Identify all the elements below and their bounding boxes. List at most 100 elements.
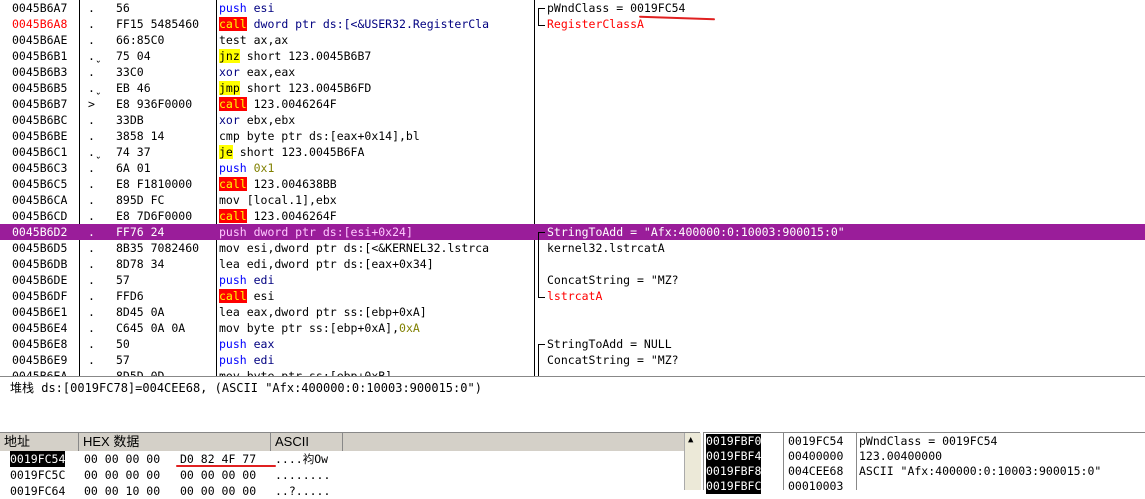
dump-row[interactable]: 0019FC5C 00 00 00 00 00 00 00 00........ — [0, 467, 684, 483]
disasm-row[interactable]: 0045B6BC. 33DB xor ebx,ebx — [0, 112, 1145, 128]
instruction-token: eax,eax — [239, 65, 296, 79]
bytes-cell: 8D78 34 — [116, 257, 165, 271]
instruction-cell: call 123.004638BB — [219, 176, 534, 192]
jump-marker: . — [88, 17, 95, 31]
address-cell: 0045B6DE — [12, 273, 68, 287]
instruction-token: jmp — [219, 81, 240, 95]
header-address[interactable]: 地址 — [0, 433, 79, 451]
info-pane: 堆栈 ds:[0019FC78]=004CEE68, (ASCII "Afx:4… — [0, 376, 1145, 431]
bytes-cell: E8 F1810000 — [116, 177, 193, 191]
hex-dump-pane[interactable]: 地址 HEX 数据 ASCII ▲ 0019FC54 00 00 00 00 D0 … — [0, 432, 701, 498]
stack-row[interactable]: 0019FBF8 004CEE68 ASCII "Afx:400000:0:1000… — [704, 464, 1145, 479]
instruction-cell: je short 123.0045B6FA — [219, 144, 534, 160]
dump-hex-left: 00 00 10 00 — [84, 484, 161, 498]
bytes-cell: E8 7D6F0000 — [116, 209, 193, 223]
instruction-token: ebx,ebx — [239, 113, 296, 127]
dump-hex-right: 00 00 00 00 — [180, 484, 257, 498]
instruction-token: push — [219, 161, 247, 175]
disasm-row[interactable]: 0045B6C1 .ˬ 74 37 je short 123.0045B6FA — [0, 144, 1145, 160]
dump-address: 0019FC64 — [10, 484, 66, 498]
disasm-row[interactable]: 0045B6E1. 8D45 0A lea eax,dword ptr ss:[eb… — [0, 304, 1145, 320]
instruction-token: lea edi,dword ptr ds:[eax+0x34] — [219, 257, 434, 271]
disasm-row[interactable]: 0045B6DF. FFD6 call esi lstrcatA — [0, 288, 1145, 304]
argument-bracket — [538, 232, 545, 298]
comment-cell: ConcatString = "MZ? — [547, 273, 679, 287]
bytes-cell: 66:85C0 — [116, 33, 165, 47]
disasm-row[interactable]: 0045B6E9. 57 push edi ConcatString = "MZ? — [0, 352, 1145, 368]
instruction-token: eax — [246, 337, 275, 351]
stack-row[interactable]: 0019FBFC 00010003 — [704, 479, 1145, 494]
jump-marker: > — [88, 97, 95, 111]
disasm-row[interactable]: 0045B6A8. FF15 5485460 call dword ptr ds:[… — [0, 16, 1145, 32]
dump-row[interactable]: 0019FC54 00 00 00 00 D0 82 4F 77 ....袀Ow — [0, 451, 684, 467]
disasm-row[interactable]: 0045B6C3. 6A 01 push 0x1 — [0, 160, 1145, 176]
instruction-token: test ax,ax — [219, 33, 289, 47]
disasm-row[interactable]: 0045B6C5. E8 F1810000 call 123.004638BB — [0, 176, 1145, 192]
bytes-cell: 3858 14 — [116, 129, 165, 143]
disasm-row[interactable]: 0045B6D2. FF76 24 push dword ptr ds:[esi+0… — [0, 224, 1145, 240]
header-hex[interactable]: HEX 数据 — [79, 433, 271, 451]
disasm-row[interactable]: 0045B6AE. 66:85C0 test ax,ax — [0, 32, 1145, 48]
disasm-row[interactable]: 0045B6B1 .ˬ 75 04 jnz short 123.0045B6B7 — [0, 48, 1145, 64]
instruction-cell: call 123.0046264F — [219, 208, 534, 224]
bytes-cell: 33DB — [116, 113, 144, 127]
instruction-token: call — [219, 97, 247, 111]
instruction-token: short 123.0045B6FA — [232, 145, 365, 159]
address-cell: 0045B6A8 — [12, 17, 68, 31]
annotation-underline — [176, 465, 276, 467]
dump-address: 0019FC54 — [10, 451, 66, 467]
address-cell: 0045B6AE — [12, 33, 68, 47]
address-cell: 0045B6B5 — [12, 81, 68, 95]
jump-marker: . — [88, 65, 95, 79]
jump-marker: . — [88, 225, 95, 239]
address-cell: 0045B6B7 — [12, 97, 68, 111]
address-cell: 0045B6C5 — [12, 177, 68, 191]
disasm-row[interactable]: 0045B6A7. 56 push esi pWndClass = 0019FC54 — [0, 0, 1145, 16]
disasm-row[interactable]: 0045B6DE. 57 push edi ConcatString = "MZ? — [0, 272, 1145, 288]
stack-row[interactable]: 0019FBF0 0019FC54 pWndClass = 0019FC54 — [704, 434, 1145, 449]
disasm-row[interactable]: 0045B6E4. C645 0A 0A mov byte ptr ss:[ebp+… — [0, 320, 1145, 336]
jump-marker: . — [88, 337, 95, 351]
stack-value: 00400000 — [788, 449, 844, 463]
disasm-row[interactable]: 0045B6D5. 8B35 7082460 mov esi,dword ptr d… — [0, 240, 1145, 256]
disasm-row[interactable]: 0045B6EA. 8D5D 0D mov byte ptr ss:[ebp+0xB… — [0, 368, 1145, 376]
instruction-cell: mov esi,dword ptr ds:[<&KERNEL32.lstrca — [219, 240, 534, 256]
dump-address: 0019FC5C — [10, 468, 66, 482]
disasm-row[interactable]: 0045B6BE. 3858 14 cmp byte ptr ds:[eax+0x1… — [0, 128, 1145, 144]
instruction-token: dword ptr ds:[esi+0x24] — [246, 225, 413, 239]
dump-ascii: ....袀Ow — [275, 452, 329, 466]
disasm-row[interactable]: 0045B6B7 > E8 936F0000 call 123.0046264F — [0, 96, 1145, 112]
address-cell: 0045B6D2 — [12, 225, 68, 239]
instruction-token: mov [local.1],ebx — [219, 193, 337, 207]
stack-value: 00010003 — [788, 479, 844, 493]
argument-bracket — [538, 8, 545, 26]
disasm-row[interactable]: 0045B6CA. 895D FC mov [local.1],ebx — [0, 192, 1145, 208]
disasm-row[interactable]: 0045B6CD. E8 7D6F0000 call 123.0046264F — [0, 208, 1145, 224]
instruction-token: 0xA — [399, 321, 420, 335]
stack-pane[interactable]: 0019FBF0 0019FC54 pWndClass = 0019FC54 0019… — [703, 432, 1145, 494]
scroll-up-icon[interactable]: ▲ — [688, 435, 693, 445]
header-ascii[interactable]: ASCII — [271, 433, 343, 451]
jump-marker: .ˬ — [88, 81, 102, 95]
instruction-token: xor — [219, 113, 240, 127]
dump-scrollbar[interactable]: ▲ — [684, 433, 701, 490]
stack-row[interactable]: 0019FBF4 00400000 123.00400000 — [704, 449, 1145, 464]
disassembly-pane[interactable]: 0045B6A7. 56 push esi pWndClass = 0019FC54 0… — [0, 0, 1145, 376]
bytes-cell: E8 936F0000 — [116, 97, 193, 111]
bytes-cell: 74 37 — [116, 145, 151, 159]
address-cell: 0045B6A7 — [12, 1, 68, 15]
disasm-row[interactable]: 0045B6E8. 50 push eax StringToAdd = NULL — [0, 336, 1145, 352]
instruction-cell: call esi — [219, 288, 534, 304]
instruction-cell: cmp byte ptr ds:[eax+0x14],bl — [219, 128, 534, 144]
stack-value: 004CEE68 — [788, 464, 844, 478]
instruction-token: edi — [246, 353, 275, 367]
jump-marker: .ˬ — [88, 49, 102, 63]
disasm-row[interactable]: 0045B6B5 .ˬ EB 46 jmp short 123.0045B6FD — [0, 80, 1145, 96]
comment-cell: StringToAdd = NULL — [547, 337, 672, 351]
instruction-token: push — [219, 353, 247, 367]
jump-marker: . — [88, 209, 95, 223]
dump-hex-left: 00 00 00 00 — [84, 468, 161, 482]
disasm-row[interactable]: 0045B6DB. 8D78 34 lea edi,dword ptr ds:[ea… — [0, 256, 1145, 272]
dump-row[interactable]: 0019FC64 00 00 10 00 00 00 00 00..?..... — [0, 483, 684, 499]
disasm-row[interactable]: 0045B6B3. 33C0 xor eax,eax — [0, 64, 1145, 80]
